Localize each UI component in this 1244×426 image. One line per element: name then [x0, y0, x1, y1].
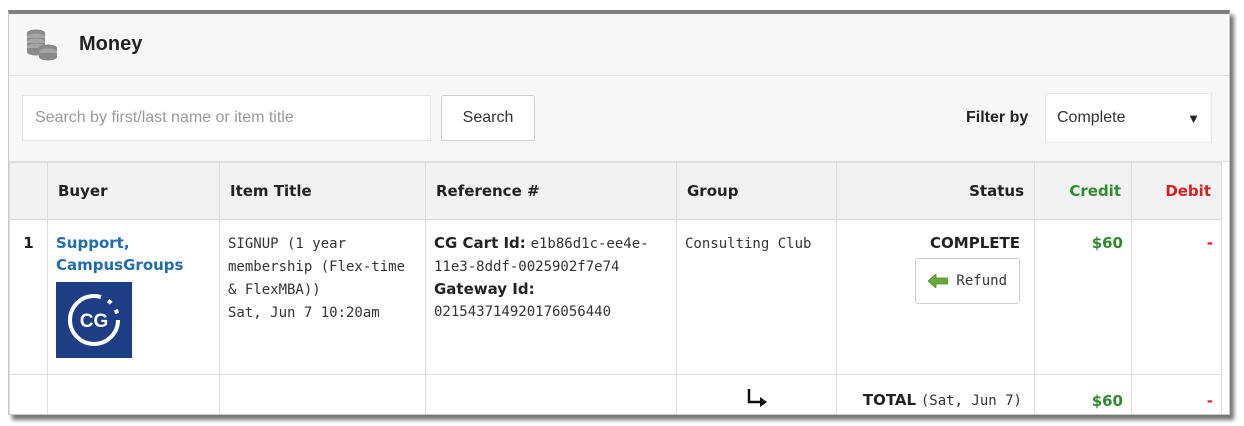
group-cell: Consulting Club: [676, 219, 837, 375]
item-title: SIGNUP (1 year membership (Flex-time & F…: [228, 236, 406, 298]
total-credit: $60: [1091, 391, 1123, 410]
total-row: TOTAL (Sat, Jun 7) $60 -: [9, 374, 1222, 414]
search-button[interactable]: Search: [441, 95, 535, 141]
campusgroups-logo: CG: [68, 294, 120, 346]
total-label-cell: TOTAL (Sat, Jun 7): [836, 374, 1035, 414]
search-toolbar: Search Filter by Complete ▼: [9, 76, 1229, 162]
empty-cell: [9, 374, 48, 414]
table-header-row: Buyer Item Title Reference # Group Statu…: [9, 162, 1222, 220]
total-debit: -: [1206, 391, 1213, 410]
column-header-status[interactable]: Status: [836, 162, 1035, 220]
gateway-id-label: Gateway Id:: [434, 280, 535, 298]
avatar-initials: CG: [80, 311, 109, 332]
gateway-id-value: 021543714920176056440: [434, 304, 612, 320]
status-badge: COMPLETE: [930, 234, 1020, 252]
coins-icon: [27, 29, 57, 60]
buyer-link[interactable]: Support, CampusGroups: [56, 232, 211, 276]
search-input[interactable]: [22, 95, 431, 141]
refund-button[interactable]: Refund: [915, 258, 1020, 304]
transactions-table: Buyer Item Title Reference # Group Statu…: [9, 162, 1222, 414]
panel-header: Money: [9, 14, 1229, 76]
column-header-buyer[interactable]: Buyer: [47, 162, 220, 220]
column-header-item-title[interactable]: Item Title: [219, 162, 426, 220]
empty-cell: [47, 374, 220, 414]
column-header-credit[interactable]: Credit: [1034, 162, 1132, 220]
avatar[interactable]: CG: [56, 282, 132, 358]
column-header-group[interactable]: Group: [676, 162, 837, 220]
chevron-down-icon: ▼: [1187, 110, 1200, 126]
total-credit-cell: $60: [1034, 374, 1132, 414]
column-header-index: [9, 162, 48, 220]
filter-label: Filter by: [966, 109, 1029, 126]
buyer-name-line1: Support,: [56, 234, 130, 252]
money-panel: Money Search Filter by Complete ▼ Buyer …: [8, 10, 1230, 415]
credit-amount: $60: [1091, 234, 1123, 252]
arrow-turn-right-icon: [747, 388, 767, 407]
debit-cell: -: [1131, 219, 1222, 375]
table-row: 1 Support, CampusGroups CG SIGNUP (1 yea: [9, 219, 1222, 375]
total-debit-cell: -: [1131, 374, 1222, 414]
row-number: 1: [9, 219, 48, 375]
arrow-left-icon: [928, 274, 949, 288]
refund-label: Refund: [956, 273, 1007, 289]
item-date: Sat, Jun 7 10:20am: [228, 305, 380, 321]
buyer-cell: Support, CampusGroups CG: [47, 219, 220, 375]
page-title: Money: [79, 33, 143, 55]
reference-cell: CG Cart Id: e1b86d1c-ee4e-11e3-8ddf-0025…: [425, 219, 677, 375]
buyer-name-line2: CampusGroups: [56, 256, 184, 274]
item-title-cell: SIGNUP (1 year membership (Flex-time & F…: [219, 219, 426, 375]
total-label: TOTAL: [862, 391, 917, 409]
status-filter-select[interactable]: Complete ▼: [1045, 93, 1212, 143]
empty-cell: [219, 374, 426, 414]
status-cell: COMPLETE Refund: [836, 219, 1035, 375]
group-name: Consulting Club: [685, 236, 812, 252]
empty-cell: [425, 374, 677, 414]
cart-id-label: CG Cart Id:: [434, 234, 526, 252]
total-arrow-cell: [676, 374, 837, 414]
total-date: (Sat, Jun 7): [920, 393, 1022, 409]
column-header-reference[interactable]: Reference #: [425, 162, 677, 220]
filter-selected-value: Complete: [1057, 109, 1126, 126]
column-header-debit[interactable]: Debit: [1131, 162, 1222, 220]
credit-cell: $60: [1034, 219, 1132, 375]
debit-amount: -: [1206, 234, 1213, 252]
